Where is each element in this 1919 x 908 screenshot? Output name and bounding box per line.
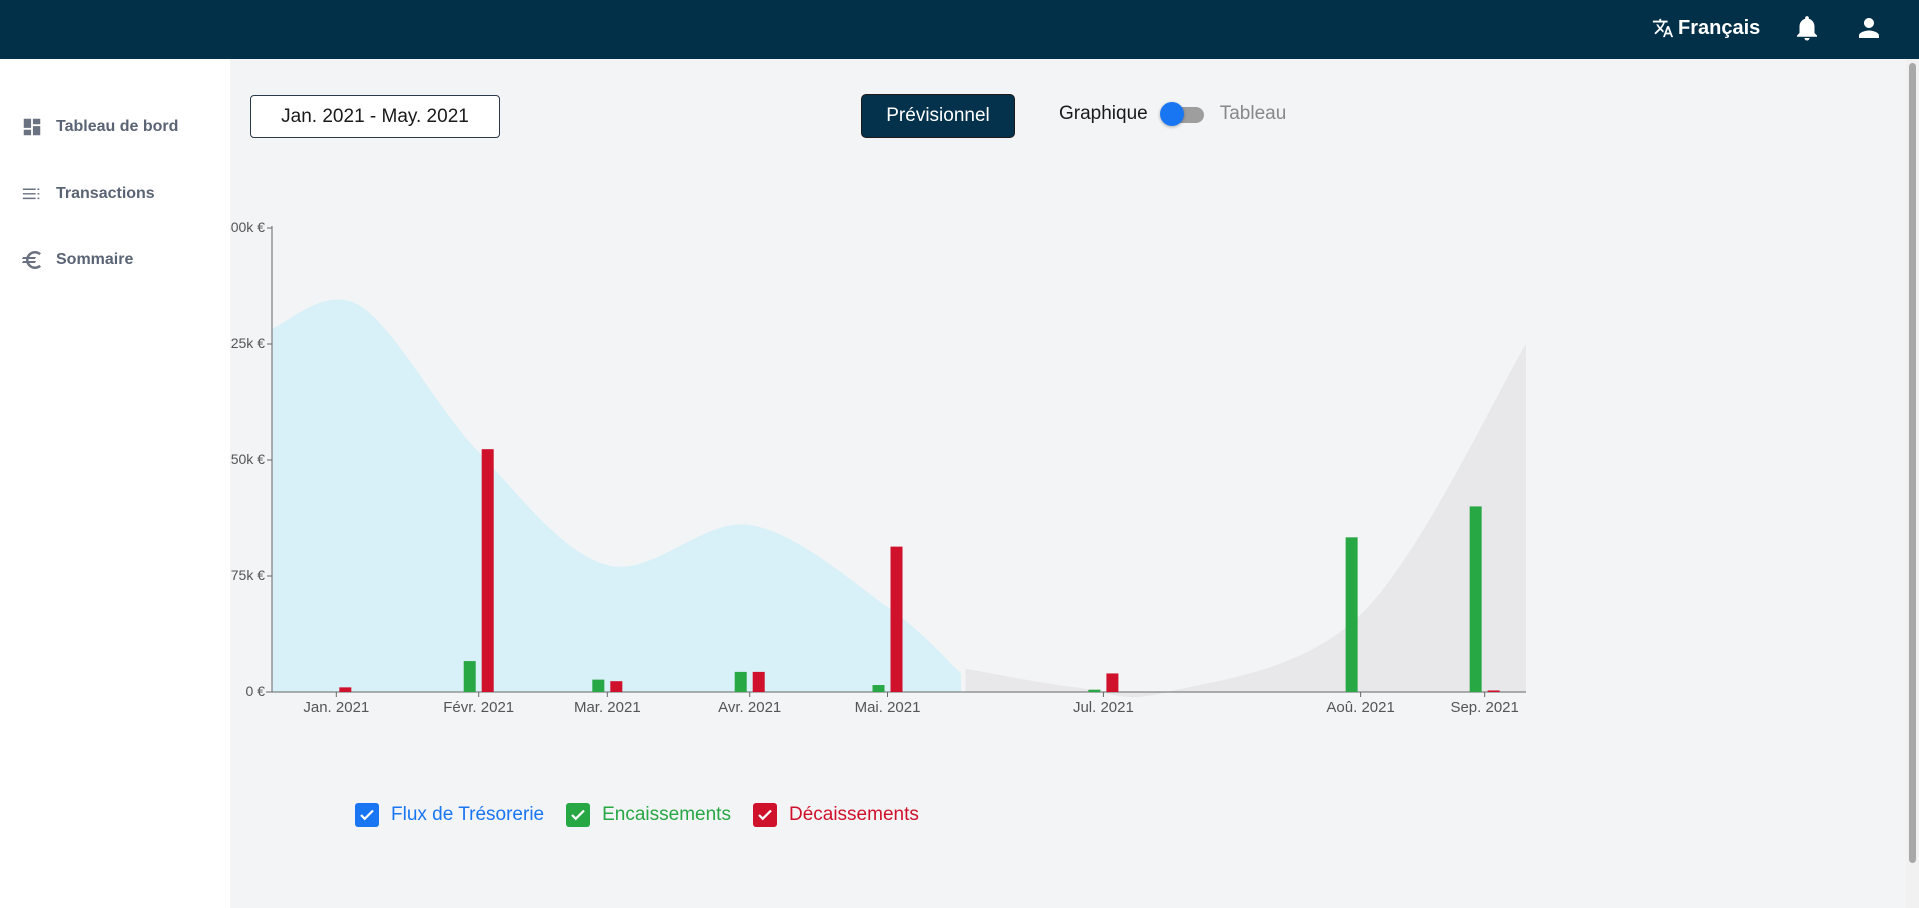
forecast-area bbox=[965, 344, 1526, 698]
checkbox-checked-icon[interactable] bbox=[566, 803, 591, 827]
language-label: Français bbox=[1678, 16, 1761, 39]
bar-receipts bbox=[1345, 537, 1358, 692]
bar-receipts bbox=[734, 671, 747, 692]
notifications-button[interactable] bbox=[1792, 13, 1822, 48]
sidebar-item-label: Sommaire bbox=[56, 251, 134, 268]
x-tick-label: Avr. 2021 bbox=[718, 699, 781, 716]
bar-disbursements bbox=[1487, 690, 1500, 692]
checkbox-checked-icon[interactable] bbox=[752, 803, 777, 827]
x-tick-label: Aoû. 2021 bbox=[1326, 699, 1394, 716]
x-tick-label: Mai. 2021 bbox=[855, 699, 921, 716]
legend-label: Encaissements bbox=[602, 804, 731, 825]
sidebar-item-summary[interactable]: Sommaire bbox=[20, 245, 133, 275]
sidebar-item-label: Transactions bbox=[56, 185, 155, 202]
x-tick-label: Févr. 2021 bbox=[443, 699, 514, 716]
language-selector[interactable]: Français bbox=[1652, 14, 1760, 42]
y-tick-label: 0 € bbox=[246, 683, 266, 699]
legend-disbursements[interactable]: Décaissements bbox=[752, 803, 919, 827]
x-tick-label: Sep. 2021 bbox=[1450, 699, 1518, 716]
sidebar: Tableau de bord Transactions Sommaire bbox=[0, 59, 230, 908]
bar-receipts bbox=[463, 661, 476, 692]
main-content: Jan. 2021 - May. 2021 Prévisionnel Graph… bbox=[230, 59, 1906, 908]
legend-cashflow[interactable]: Flux de Trésorerie bbox=[355, 803, 544, 827]
y-tick-label: 225k € bbox=[230, 335, 265, 351]
bar-receipts bbox=[592, 679, 605, 692]
y-tick-label: 75k € bbox=[231, 567, 265, 583]
user-icon bbox=[1859, 18, 1879, 38]
cashflow-chart: 0 € 75k € 150k € 225k € 300k € Jan. 2021 Févr.… bbox=[230, 219, 1526, 716]
y-tick-label: 150k € bbox=[230, 451, 265, 467]
translate-icon bbox=[1652, 18, 1674, 38]
scrollbar-thumb[interactable] bbox=[1909, 63, 1916, 863]
bar-disbursements bbox=[1106, 673, 1119, 692]
euro-icon bbox=[20, 248, 44, 272]
bell-icon bbox=[1797, 16, 1817, 41]
y-tick-label: 300k € bbox=[230, 219, 265, 235]
list-icon bbox=[20, 182, 44, 206]
x-tick-label: Mar. 2021 bbox=[574, 699, 641, 716]
legend-label: Décaissements bbox=[788, 804, 919, 825]
legend-receipts[interactable]: Encaissements bbox=[566, 803, 731, 827]
bar-receipts bbox=[872, 685, 885, 692]
checkbox-checked-icon[interactable] bbox=[355, 803, 379, 827]
bar-receipts bbox=[1469, 506, 1482, 692]
bar-disbursements bbox=[610, 681, 623, 692]
bar-disbursements bbox=[481, 449, 494, 692]
bar-disbursements bbox=[339, 687, 352, 692]
sidebar-item-dashboard[interactable]: Tableau de bord bbox=[20, 112, 178, 142]
legend-label: Flux de Trésorerie bbox=[391, 804, 545, 825]
x-tick-label: Jan. 2021 bbox=[303, 699, 369, 716]
account-button[interactable] bbox=[1854, 13, 1884, 48]
top-bar: Français bbox=[0, 0, 1919, 59]
chart-legend: Flux de Trésorerie Encaissements Décaiss… bbox=[355, 800, 941, 830]
sidebar-item-transactions[interactable]: Transactions bbox=[20, 179, 155, 209]
x-tick-label: Jul. 2021 bbox=[1073, 699, 1134, 716]
bar-disbursements bbox=[890, 546, 903, 692]
bar-receipts bbox=[1088, 689, 1101, 692]
page-scrollbar[interactable] bbox=[1906, 59, 1919, 908]
bar-disbursements bbox=[752, 671, 765, 692]
cashflow-area bbox=[272, 299, 962, 692]
sidebar-item-label: Tableau de bord bbox=[56, 118, 179, 135]
dashboard-icon bbox=[20, 115, 44, 139]
